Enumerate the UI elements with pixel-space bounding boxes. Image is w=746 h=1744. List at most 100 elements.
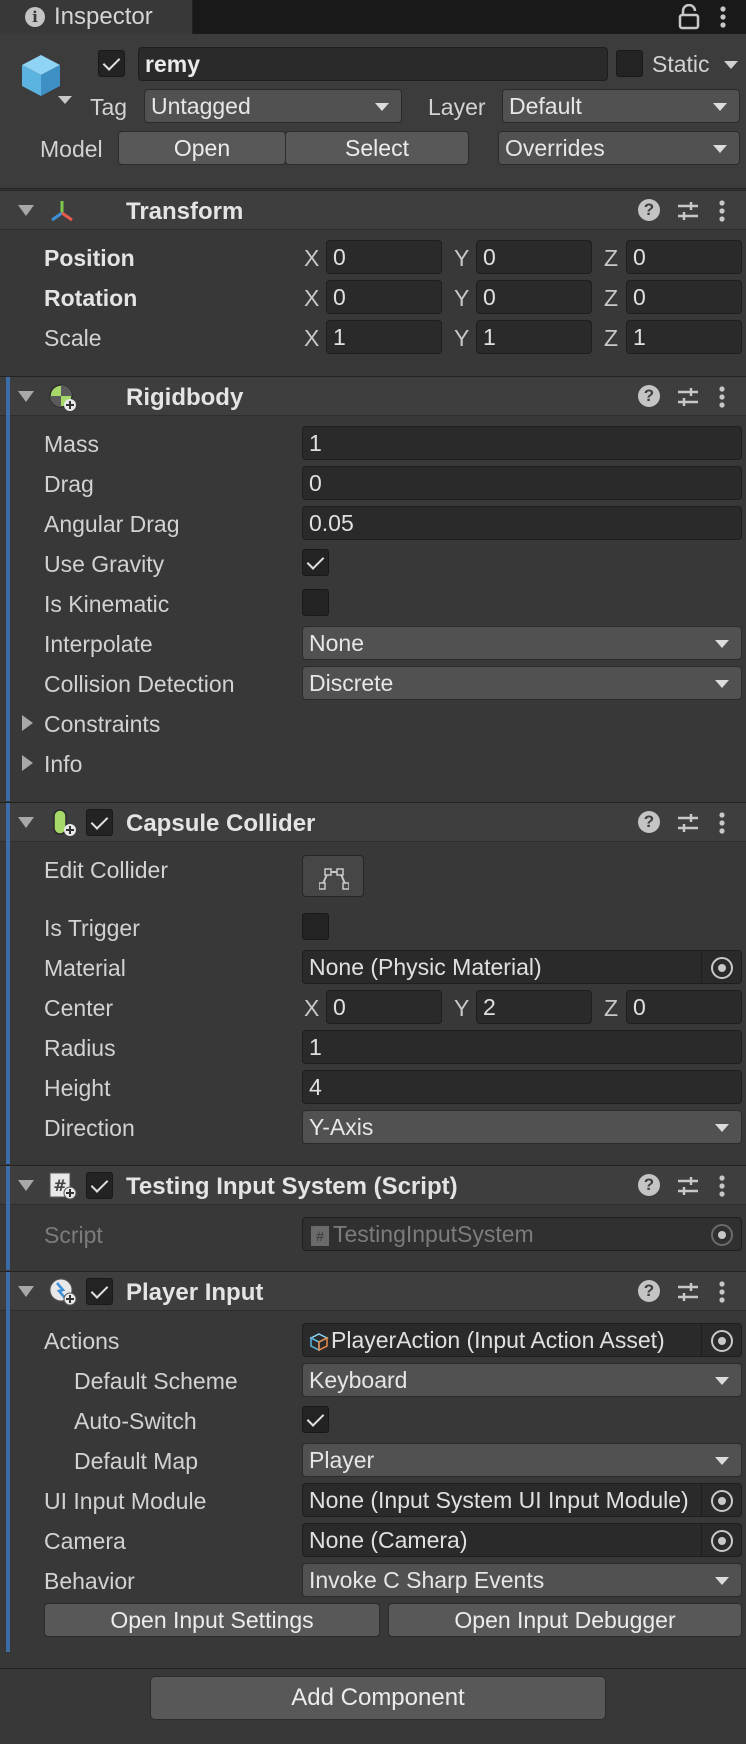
lock-icon[interactable] (678, 4, 700, 30)
help-icon[interactable]: ? (638, 1174, 660, 1196)
help-icon[interactable]: ? (638, 385, 660, 407)
capsule-collider-header[interactable]: Capsule Collider ? (0, 802, 746, 843)
object-picker-icon[interactable] (711, 957, 733, 979)
model-open-button[interactable]: Open (118, 131, 286, 165)
rigidbody-title: Rigidbody (126, 384, 244, 411)
ui-input-module-field[interactable]: None (Input System UI Input Module) (302, 1483, 742, 1517)
position-z-field[interactable]: 0 (626, 240, 742, 274)
player-input-header[interactable]: Player Input ? (0, 1271, 746, 1312)
kebab-menu-icon[interactable] (716, 198, 728, 224)
layer-dropdown[interactable]: Default (502, 89, 740, 123)
rotation-y-field[interactable]: 0 (476, 280, 592, 314)
model-select-button[interactable]: Select (285, 131, 469, 165)
drag-field[interactable]: 0 (302, 466, 742, 500)
presets-icon[interactable] (676, 811, 700, 835)
foldout-arrow-icon[interactable] (18, 391, 34, 402)
axis-x-label[interactable]: X (304, 995, 319, 1022)
kebab-menu-icon[interactable] (716, 810, 728, 836)
foldout-arrow-icon[interactable] (18, 205, 34, 216)
static-label[interactable]: Static (652, 51, 710, 78)
axis-x-label[interactable]: X (304, 285, 319, 312)
direction-dropdown[interactable]: Y-Axis (302, 1110, 742, 1144)
use-gravity-checkbox[interactable] (302, 549, 329, 576)
presets-icon[interactable] (676, 1280, 700, 1304)
tab-inspector[interactable]: i Inspector (0, 0, 193, 34)
capsule-collider-enabled-checkbox[interactable] (86, 809, 113, 836)
scale-x-field[interactable]: 1 (326, 320, 442, 354)
transform-header[interactable]: Transform ? (0, 190, 746, 230)
object-picker-icon[interactable] (711, 1490, 733, 1512)
rotation-x-field[interactable]: 0 (326, 280, 442, 314)
interpolate-dropdown[interactable]: None (302, 626, 742, 660)
edit-collider-button[interactable] (302, 855, 364, 897)
presets-icon[interactable] (676, 199, 700, 223)
testing-script-enabled-checkbox[interactable] (86, 1172, 113, 1199)
axis-y-label[interactable]: Y (454, 245, 469, 272)
info-foldout-icon[interactable] (22, 755, 33, 771)
angular-drag-field[interactable]: 0.05 (302, 506, 742, 540)
help-icon[interactable]: ? (638, 811, 660, 833)
center-x-field[interactable]: 0 (326, 990, 442, 1024)
static-checkbox[interactable] (616, 50, 643, 77)
foldout-arrow-icon[interactable] (18, 1286, 34, 1297)
presets-icon[interactable] (676, 385, 700, 409)
height-field[interactable]: 4 (302, 1070, 742, 1104)
tag-dropdown[interactable]: Untagged (144, 89, 402, 123)
is-kinematic-checkbox[interactable] (302, 589, 329, 616)
info-label[interactable]: Info (44, 751, 82, 778)
axis-z-label[interactable]: Z (604, 285, 618, 312)
position-y-field[interactable]: 0 (476, 240, 592, 274)
actions-field[interactable]: PlayerAction (Input Action Asset) (302, 1323, 742, 1357)
foldout-arrow-icon[interactable] (18, 1180, 34, 1191)
presets-icon[interactable] (676, 1174, 700, 1198)
axis-x-label[interactable]: X (304, 325, 319, 352)
static-dropdown-icon[interactable] (724, 61, 738, 69)
kebab-menu-icon[interactable] (716, 1279, 728, 1305)
constraints-label[interactable]: Constraints (44, 711, 160, 738)
capsule-collider-title: Capsule Collider (126, 810, 316, 837)
center-z-field[interactable]: 0 (626, 990, 742, 1024)
is-trigger-checkbox[interactable] (302, 913, 329, 940)
rotation-z-field[interactable]: 0 (626, 280, 742, 314)
camera-field[interactable]: None (Camera) (302, 1523, 742, 1557)
axis-z-label[interactable]: Z (604, 245, 618, 272)
testing-script-header[interactable]: # Testing Input System (Script) ? (0, 1165, 746, 1206)
axis-z-label[interactable]: Z (604, 995, 618, 1022)
default-map-dropdown[interactable]: Player (302, 1443, 742, 1477)
kebab-menu-icon[interactable] (716, 384, 728, 410)
collision-detection-dropdown[interactable]: Discrete (302, 666, 742, 700)
position-x-field[interactable]: 0 (326, 240, 442, 274)
help-icon[interactable]: ? (638, 1280, 660, 1302)
object-picker-icon[interactable] (711, 1330, 733, 1352)
scale-y-field[interactable]: 1 (476, 320, 592, 354)
axis-y-label[interactable]: Y (454, 285, 469, 312)
name-field[interactable]: remy (138, 47, 608, 81)
player-input-header-icons: ? (638, 1278, 738, 1308)
scale-z-field[interactable]: 1 (626, 320, 742, 354)
foldout-arrow-icon[interactable] (18, 817, 34, 828)
object-picker-icon[interactable] (711, 1530, 733, 1552)
axis-z-label[interactable]: Z (604, 325, 618, 352)
material-field[interactable]: None (Physic Material) (302, 950, 742, 984)
auto-switch-checkbox[interactable] (302, 1406, 329, 1433)
constraints-foldout-icon[interactable] (22, 715, 33, 731)
kebab-menu-icon[interactable] (716, 4, 730, 30)
behavior-dropdown[interactable]: Invoke C Sharp Events (302, 1563, 742, 1597)
kebab-menu-icon[interactable] (716, 1173, 728, 1199)
mass-field[interactable]: 1 (302, 426, 742, 460)
add-component-button[interactable]: Add Component (150, 1676, 606, 1720)
open-input-settings-button[interactable]: Open Input Settings (44, 1603, 380, 1637)
player-input-enabled-checkbox[interactable] (86, 1278, 113, 1305)
active-checkbox[interactable] (98, 50, 125, 77)
radius-field[interactable]: 1 (302, 1030, 742, 1064)
rigidbody-header[interactable]: Rigidbody ? (0, 376, 746, 417)
center-y-field[interactable]: 2 (476, 990, 592, 1024)
open-input-debugger-button[interactable]: Open Input Debugger (388, 1603, 742, 1637)
default-scheme-dropdown[interactable]: Keyboard (302, 1363, 742, 1397)
overrides-dropdown[interactable]: Overrides (498, 131, 740, 165)
axis-y-label[interactable]: Y (454, 325, 469, 352)
icon-picker-caret-icon[interactable] (58, 96, 72, 104)
axis-x-label[interactable]: X (304, 245, 319, 272)
help-icon[interactable]: ? (638, 199, 660, 221)
axis-y-label[interactable]: Y (454, 995, 469, 1022)
